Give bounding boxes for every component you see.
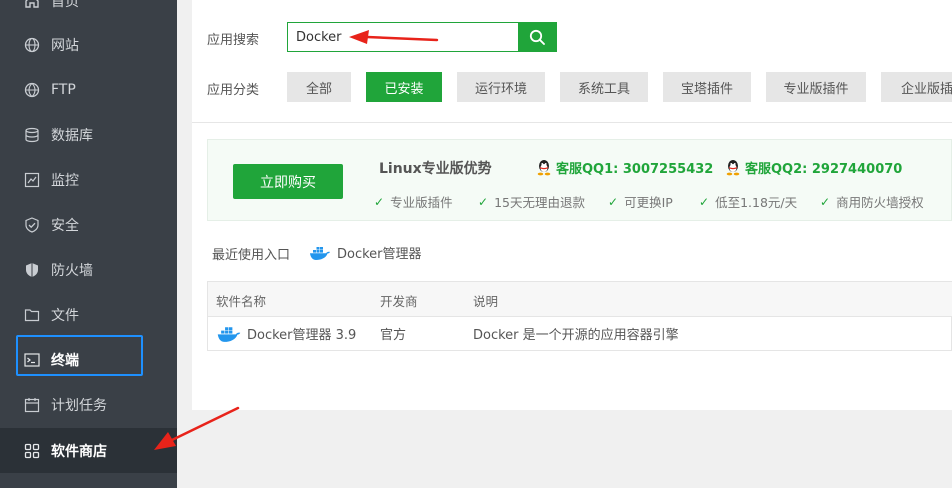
category-label: 应用分类 <box>207 83 260 98</box>
category-bt-plugins[interactable]: 宝塔插件 <box>663 72 751 102</box>
qq-contact-1-text: 客服QQ1: 3007255432 <box>556 162 714 177</box>
search-button[interactable] <box>518 22 557 52</box>
table-header <box>208 282 952 317</box>
check-icon: ✓ <box>374 194 385 209</box>
sidebar-item-label: 软件商店 <box>51 443 107 460</box>
sidebar-item-ftp[interactable]: FTP <box>0 67 177 112</box>
sidebar-item-label: 数据库 <box>51 127 93 144</box>
sidebar-item-website[interactable]: 网站 <box>0 22 177 67</box>
sidebar-item-firewall[interactable]: 防火墙 <box>0 247 177 292</box>
promo-feature: ✓ 15天无理由退款 <box>478 192 585 211</box>
annotation-arrow-store <box>154 406 240 450</box>
apps-grid-icon <box>24 443 40 459</box>
promo-feature-text: 低至1.18元/天 <box>715 195 798 210</box>
app-name: Docker管理器 3.9 <box>247 328 357 343</box>
globe-icon <box>24 37 40 53</box>
sidebar-item-label: 文件 <box>51 307 79 324</box>
sidebar-item-label: 网站 <box>51 37 79 54</box>
sidebar-item-files[interactable]: 文件 <box>0 292 177 337</box>
sidebar-item-label: 首页 <box>51 0 79 10</box>
check-icon: ✓ <box>699 194 710 209</box>
buy-now-button[interactable]: 立即购买 <box>233 164 343 199</box>
clock-icon <box>24 397 40 413</box>
recent-docker-link[interactable]: Docker管理器 <box>309 243 422 262</box>
sidebar-item-security[interactable]: 安全 <box>0 202 177 247</box>
home-icon <box>24 0 40 9</box>
sidebar-item-label: 防火墙 <box>51 262 93 279</box>
category-system-tools[interactable]: 系统工具 <box>560 72 648 102</box>
promo-feature-text: 15天无理由退款 <box>494 195 585 210</box>
sidebar-item-label: 安全 <box>51 217 79 234</box>
category-all[interactable]: 全部 <box>287 72 351 102</box>
qq-penguin-icon <box>537 160 551 176</box>
promo-feature: ✓ 商用防火墙授权 <box>820 192 924 211</box>
recent-label: 最近使用入口 <box>212 248 291 263</box>
table-row-desc: Docker 是一个开源的应用容器引擎 <box>473 328 679 343</box>
promo-feature: ✓ 可更换IP <box>608 192 673 211</box>
database-icon <box>24 127 40 143</box>
table-header-desc: 说明 <box>473 294 499 309</box>
docker-whale-icon <box>217 326 241 342</box>
qq-contact-2[interactable]: 客服QQ2: 2927440070 <box>725 158 902 177</box>
folder-icon <box>24 307 40 323</box>
table-header-name: 软件名称 <box>216 294 267 309</box>
docker-whale-icon <box>310 246 330 260</box>
monitor-icon <box>24 172 40 188</box>
sidebar-item-label: FTP <box>51 81 76 98</box>
sidebar-item-label: 监控 <box>51 172 79 189</box>
category-runtime[interactable]: 运行环境 <box>457 72 545 102</box>
table-header-vendor: 开发商 <box>380 294 418 309</box>
shield-check-icon <box>24 216 40 233</box>
promo-feature-text: 可更换IP <box>624 195 673 210</box>
search-label: 应用搜索 <box>207 33 260 48</box>
promo-feature: ✓ 低至1.18元/天 <box>699 192 797 211</box>
promo-title: Linux专业版优势 <box>379 161 492 177</box>
promo-feature-text: 专业版插件 <box>390 195 453 210</box>
category-installed[interactable]: 已安装 <box>366 72 442 102</box>
search-icon <box>529 29 545 45</box>
sidebar-item-label: 计划任务 <box>51 397 107 414</box>
firewall-shield-icon <box>24 262 40 278</box>
table-row-vendor: 官方 <box>380 328 407 343</box>
sidebar-item-monitor[interactable]: 监控 <box>0 157 177 202</box>
sidebar-item-database[interactable]: 数据库 <box>0 112 177 157</box>
recent-link-text: Docker管理器 <box>337 247 422 262</box>
terminal-highlight-box <box>16 335 143 376</box>
check-icon: ✓ <box>608 194 619 209</box>
qq-contact-2-text: 客服QQ2: 2927440070 <box>745 162 903 177</box>
category-enterprise-plugins[interactable]: 企业版插件 <box>881 72 952 102</box>
check-icon: ✓ <box>478 194 489 209</box>
qq-contact-1[interactable]: 客服QQ1: 3007255432 <box>536 158 713 177</box>
annotation-arrow-search <box>349 30 439 44</box>
promo-feature: ✓ 专业版插件 <box>374 192 453 211</box>
ftp-globe-icon <box>24 82 40 98</box>
category-pro-plugins[interactable]: 专业版插件 <box>766 72 866 102</box>
divider <box>192 122 952 123</box>
check-icon: ✓ <box>820 194 831 209</box>
table-row-name[interactable]: Docker管理器 3.9 <box>216 324 356 343</box>
promo-feature-text: 商用防火墙授权 <box>836 195 924 210</box>
qq-penguin-icon <box>726 160 740 176</box>
sidebar-item-home[interactable]: 首页 <box>0 0 177 23</box>
